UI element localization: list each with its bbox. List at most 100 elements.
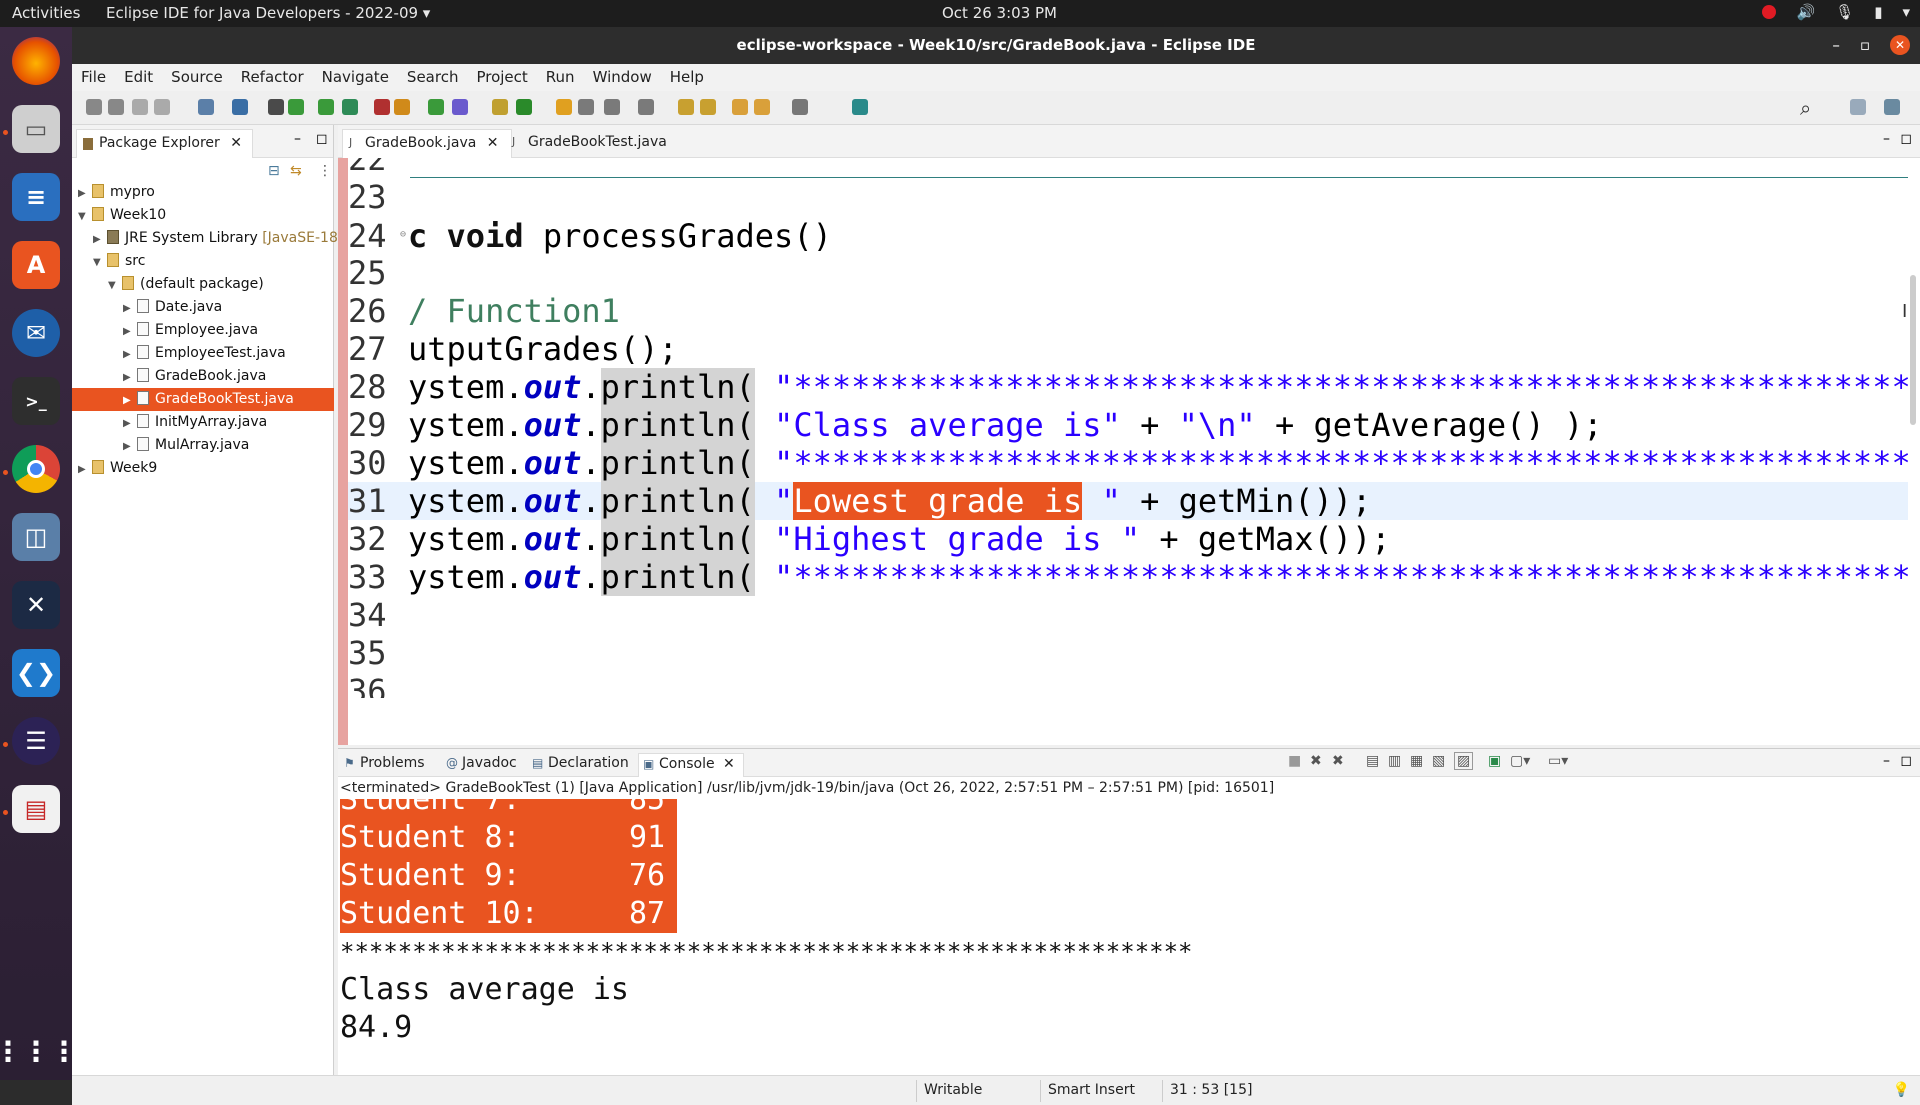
collapse-all-icon[interactable]: ⊟	[268, 163, 280, 179]
toolbar-tool-icon[interactable]	[108, 99, 124, 115]
terminate-icon[interactable]: ■	[1288, 753, 1301, 769]
java-perspective-icon[interactable]	[1884, 99, 1900, 115]
minimize-icon[interactable]: –	[1832, 27, 1840, 64]
chevron-right-icon[interactable]: ▶	[78, 182, 92, 205]
close-icon[interactable]: ✕	[482, 135, 499, 151]
open-perspective-icon[interactable]	[1850, 99, 1866, 115]
maximize-icon[interactable]: ▫	[1860, 27, 1870, 64]
tab-javadoc[interactable]: @ Javadoc	[442, 753, 525, 777]
chevron-right-icon[interactable]: ▶	[123, 389, 137, 412]
toolbar-tool-icon[interactable]	[578, 99, 594, 115]
menu-help[interactable]: Help	[661, 64, 713, 91]
display-console-icon[interactable]: ▢▾	[1510, 753, 1530, 769]
tree-item[interactable]: ▼ src	[72, 250, 334, 273]
document-viewer-icon[interactable]: ▤	[12, 785, 60, 833]
chevron-right-icon[interactable]: ▶	[93, 228, 107, 251]
cursor-position[interactable]: 31 : 53 [15]	[1170, 1082, 1252, 1098]
toolbar-tool-icon[interactable]	[516, 99, 532, 115]
new-console-icon[interactable]: ▭▾	[1548, 753, 1568, 769]
files-icon[interactable]: ▭	[12, 105, 60, 153]
software-center-icon[interactable]: A	[12, 241, 60, 289]
clear-console-icon[interactable]: ▨	[1454, 752, 1474, 770]
insert-mode[interactable]: Smart Insert	[1048, 1082, 1135, 1098]
tree-item[interactable]: ▶ JRE System Library [JavaSE-18	[72, 227, 338, 251]
minimize-icon[interactable]: –	[294, 131, 301, 147]
editor-scrollbar[interactable]	[1910, 275, 1916, 425]
system-tray[interactable]: 🔊 🎙 ▮ ▾	[1762, 3, 1910, 21]
firefox-icon[interactable]	[12, 37, 60, 85]
writer-icon[interactable]: ≡	[12, 173, 60, 221]
toolbar-tool-icon[interactable]	[86, 99, 102, 115]
show-apps-icon[interactable]: ⋮⋮⋮	[0, 1027, 78, 1075]
toolbar-tool-icon[interactable]	[556, 99, 572, 115]
toolbar-tool-icon[interactable]	[604, 99, 620, 115]
close-icon[interactable]: ✕	[719, 756, 735, 772]
toolbar-tool-icon[interactable]	[132, 99, 148, 115]
tree-item[interactable]: ▶ Week9	[72, 457, 334, 480]
tree-item[interactable]: ▼ (default package)	[72, 273, 334, 296]
chevron-right-icon[interactable]: ▶	[123, 412, 137, 435]
toolbar-tool-icon[interactable]	[288, 99, 304, 115]
chevron-right-icon[interactable]: ▶	[78, 458, 92, 481]
minimize-icon[interactable]: –	[1883, 131, 1890, 147]
menu-edit[interactable]: Edit	[115, 64, 162, 91]
remove-launch-icon[interactable]: ✖	[1310, 753, 1322, 769]
search-icon[interactable]: ⌕	[1800, 96, 1811, 120]
toolbar-tool-icon[interactable]	[452, 99, 468, 115]
chevron-right-icon[interactable]: ▶	[123, 297, 137, 320]
tree-item[interactable]: ▶ InitMyArray.java	[72, 411, 334, 434]
chevron-down-icon[interactable]: ▼	[93, 251, 107, 274]
maximize-icon[interactable]: ◻	[1900, 753, 1912, 769]
toolbar-tool-icon[interactable]	[492, 99, 508, 115]
toolbar-tool-icon[interactable]	[732, 99, 748, 115]
toolbar-tool-icon[interactable]	[268, 99, 284, 115]
open-console-icon[interactable]: ▣	[1488, 753, 1501, 769]
toolbar-tool-icon[interactable]	[678, 99, 694, 115]
activities-button[interactable]: Activities	[12, 4, 80, 22]
scroll-lock-icon[interactable]: ▤	[1366, 753, 1379, 769]
menu-refactor[interactable]: Refactor	[232, 64, 313, 91]
tab-gradebooktest-java[interactable]: J GradeBookTest.java	[506, 129, 679, 158]
maximize-icon[interactable]: ◻	[316, 131, 328, 147]
tab-console[interactable]: ▣ Console ✕	[638, 753, 744, 777]
chrome-icon[interactable]	[12, 445, 60, 493]
tab-declaration[interactable]: ▤ Declaration	[528, 753, 637, 777]
menu-project[interactable]: Project	[467, 64, 536, 91]
menu-run[interactable]: Run	[537, 64, 584, 91]
tree-item[interactable]: ▶ EmployeeTest.java	[72, 342, 334, 365]
chevron-right-icon[interactable]: ▶	[123, 320, 137, 343]
clock[interactable]: Oct 26 3:03 PM	[942, 4, 1057, 22]
toolbar-tool-icon[interactable]	[154, 99, 170, 115]
chevron-right-icon[interactable]: ▶	[123, 366, 137, 389]
tree-item[interactable]: ▶ MulArray.java	[72, 434, 334, 457]
tree-item[interactable]: ▼ Week10	[72, 204, 334, 227]
view-menu-icon[interactable]: ⋮	[318, 163, 332, 179]
toolbar-tool-icon[interactable]	[428, 99, 444, 115]
tree-item[interactable]: ▶ GradeBookTest.java	[72, 388, 334, 411]
chevron-down-icon[interactable]: ▼	[108, 274, 122, 297]
remove-all-icon[interactable]: ✖	[1332, 753, 1344, 769]
toolbar-tool-icon[interactable]	[342, 99, 358, 115]
toolbar-tool-icon[interactable]	[198, 99, 214, 115]
tip-icon[interactable]: 💡	[1893, 1082, 1910, 1098]
chevron-right-icon[interactable]: ▶	[123, 435, 137, 458]
menu-file[interactable]: File	[72, 64, 115, 91]
toolbar-tool-icon[interactable]	[318, 99, 334, 115]
toolbar-tool-icon[interactable]	[638, 99, 654, 115]
tab-package-explorer[interactable]: Package Explorer ✕	[76, 129, 253, 158]
chevron-down-icon[interactable]: ▼	[78, 205, 92, 228]
link-editor-icon[interactable]: ⇆	[290, 163, 302, 179]
tab-gradebook-java[interactable]: J GradeBook.java ✕	[342, 129, 512, 158]
tab-problems[interactable]: ⚑ Problems	[340, 753, 433, 777]
toolbar-tool-icon[interactable]	[394, 99, 410, 115]
tree-item[interactable]: ▶ Employee.java	[72, 319, 334, 342]
terminal-icon[interactable]: >_	[12, 377, 60, 425]
eclipse-icon[interactable]: ☰	[12, 717, 60, 765]
screenshot-icon[interactable]: ◫	[12, 513, 60, 561]
word-wrap-icon[interactable]: ▥	[1388, 753, 1401, 769]
toolbar-tool-icon[interactable]	[232, 99, 248, 115]
menu-window[interactable]: Window	[584, 64, 661, 91]
show-on-output-icon[interactable]: ▦	[1410, 753, 1423, 769]
toolbar-tool-icon[interactable]	[374, 99, 390, 115]
vscode-icon[interactable]: ❮❯	[12, 649, 60, 697]
